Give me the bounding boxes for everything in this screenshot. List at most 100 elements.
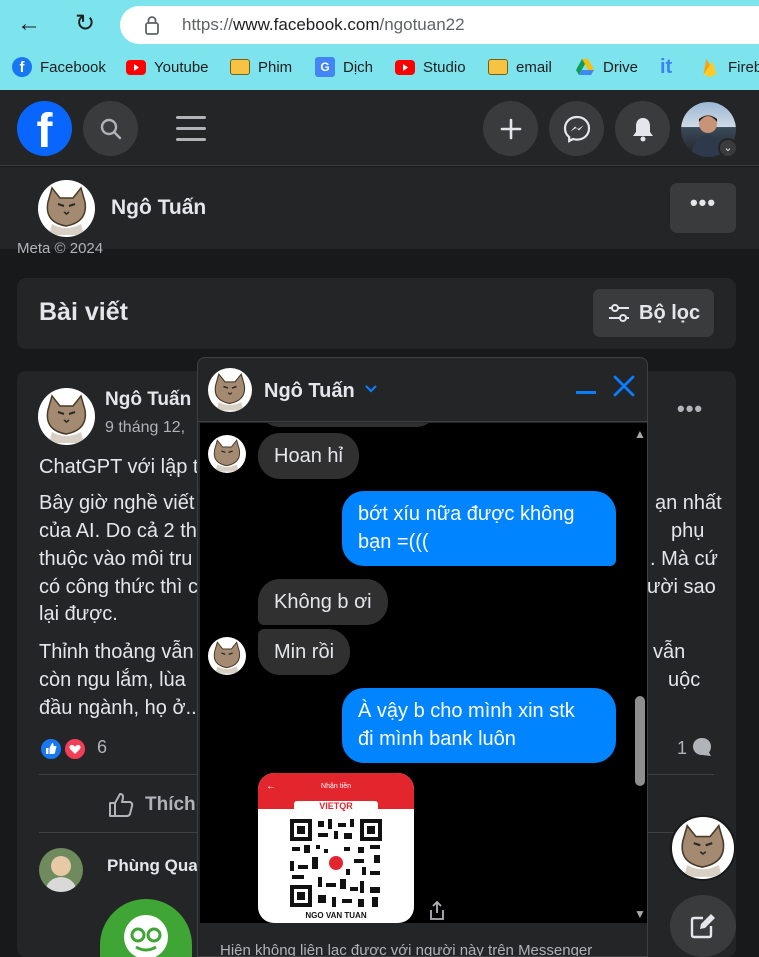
facebook-logo[interactable]: f bbox=[17, 101, 72, 156]
meta-copyright: Meta © 2024 bbox=[17, 240, 104, 257]
bookmark-label: Fireb bbox=[728, 58, 759, 76]
post-date[interactable]: 9 tháng 12, bbox=[105, 419, 185, 437]
scroll-up-arrow-icon[interactable]: ▲ bbox=[634, 427, 646, 441]
post-text-fragment: vẫn bbox=[653, 641, 686, 663]
share-icon[interactable] bbox=[428, 901, 446, 921]
chevron-down-icon[interactable] bbox=[364, 378, 378, 399]
bookmark-label: Facebook bbox=[40, 58, 106, 76]
scrollbar-thumb[interactable] bbox=[635, 696, 645, 786]
profile-avatar[interactable] bbox=[38, 180, 95, 237]
bookmark-it[interactable]: it bbox=[660, 56, 672, 78]
minimize-icon[interactable] bbox=[576, 391, 596, 394]
message-bubble-incoming: Min rồi bbox=[258, 629, 351, 675]
filter-label: Bộ lọc bbox=[639, 301, 701, 324]
post-text-line: ChatGPT với lập t bbox=[39, 456, 199, 478]
new-message-button[interactable] bbox=[670, 895, 736, 957]
post-text-line: còn ngu lắm, lùa bbox=[39, 669, 186, 691]
message-line: bớt xíu nữa được không bbox=[358, 503, 575, 525]
bookmarks-bar: f Facebook Youtube Phim G Dịch Studio em… bbox=[0, 50, 759, 84]
search-button[interactable] bbox=[83, 101, 138, 156]
chat-contact-name[interactable]: Ngô Tuấn bbox=[264, 380, 355, 403]
bookmark-email[interactable]: email bbox=[488, 56, 552, 78]
bookmark-label: email bbox=[516, 58, 552, 76]
post-text-line: có công thức thì c bbox=[39, 576, 199, 598]
qr-account-name: NGO VAN TUAN bbox=[305, 911, 367, 920]
bell-icon bbox=[632, 117, 653, 141]
message-avatar bbox=[208, 435, 246, 473]
post-text-line: đầu ngành, họ ở... bbox=[39, 697, 203, 719]
close-icon[interactable] bbox=[612, 374, 638, 404]
translate-icon: G bbox=[315, 57, 335, 77]
back-arrow-icon[interactable]: ← bbox=[14, 9, 44, 39]
message-bubble-outgoing: À vậy b cho mình xin stk đi mình bank lu… bbox=[342, 688, 616, 763]
bookmark-studio[interactable]: Studio bbox=[395, 56, 466, 78]
youtube-icon bbox=[126, 59, 146, 75]
youtube-icon bbox=[395, 59, 415, 75]
qr-header-title: Nhận tiền bbox=[321, 783, 351, 790]
bookmark-youtube[interactable]: Youtube bbox=[126, 56, 209, 78]
bookmark-drive[interactable]: Drive bbox=[575, 56, 638, 78]
qr-code-image[interactable]: Nhận tiền ← VIETQR NGO VAN TUAN bbox=[258, 773, 414, 923]
comment-count[interactable]: 1 bbox=[677, 737, 712, 759]
facebook-header: f ⌄ bbox=[0, 90, 759, 166]
message-bubble-outgoing: bớt xíu nữa được không bạn =((( bbox=[342, 491, 616, 566]
chat-avatar[interactable] bbox=[208, 368, 252, 412]
menu-icon[interactable] bbox=[176, 116, 206, 142]
bookmark-dich[interactable]: G Dịch bbox=[315, 56, 373, 78]
like-button[interactable]: Thích bbox=[107, 791, 196, 819]
bookmark-label: Youtube bbox=[154, 58, 209, 76]
posts-title: Bài viết bbox=[39, 298, 128, 326]
post-text-line: Bây giờ nghề viết bbox=[39, 492, 195, 514]
reaction-count[interactable]: 6 bbox=[97, 737, 107, 758]
previous-message-bubble bbox=[258, 423, 438, 427]
folder-icon bbox=[488, 59, 508, 75]
post-text-fragment: ạn nhất bbox=[655, 492, 722, 514]
commenter-avatar[interactable] bbox=[39, 848, 83, 892]
bookmark-firebase[interactable]: Fireb bbox=[700, 56, 759, 78]
profile-more-button[interactable]: ••• bbox=[670, 183, 736, 233]
bookmark-label: Dịch bbox=[343, 58, 374, 76]
bookmark-phim[interactable]: Phim bbox=[230, 56, 292, 78]
address-bar[interactable]: https://www.facebook.com/ngotuan22 bbox=[120, 6, 759, 44]
post-text-line: lại được. bbox=[39, 603, 118, 625]
filter-button[interactable]: Bộ lọc bbox=[593, 289, 714, 337]
post-text-line: của AI. Do cả 2 th bbox=[39, 520, 197, 542]
scroll-down-arrow-icon[interactable]: ▼ bbox=[634, 907, 646, 921]
reload-icon[interactable]: ↻ bbox=[70, 9, 100, 39]
post-author-avatar[interactable] bbox=[38, 388, 95, 445]
drive-icon bbox=[576, 59, 594, 75]
scrollbar-track[interactable] bbox=[632, 423, 647, 923]
search-icon bbox=[100, 118, 121, 139]
post-text-fragment: phụ bbox=[671, 520, 705, 542]
profile-name[interactable]: Ngô Tuấn bbox=[111, 196, 206, 220]
it-icon: it bbox=[660, 55, 673, 78]
post-author[interactable]: Ngô Tuấn bbox=[105, 389, 191, 411]
profile-sticky-bar: Ngô Tuấn ••• bbox=[0, 167, 759, 249]
reaction-icons[interactable] bbox=[39, 737, 91, 761]
bookmark-facebook[interactable]: f Facebook bbox=[12, 56, 106, 78]
message-bubble-incoming: Không b ơi bbox=[258, 579, 388, 625]
firebase-icon bbox=[703, 58, 717, 77]
messenger-icon bbox=[563, 115, 590, 143]
messenger-button[interactable] bbox=[549, 101, 604, 156]
posts-header-card: Bài viết Bộ lọc bbox=[17, 278, 736, 349]
create-button[interactable] bbox=[483, 101, 538, 156]
chat-header[interactable]: Ngô Tuấn bbox=[198, 358, 647, 422]
post-more-button[interactable]: ••• bbox=[677, 396, 703, 422]
folder-icon bbox=[230, 59, 250, 75]
post-text-fragment: ười sao bbox=[647, 576, 716, 598]
message-avatar bbox=[208, 637, 246, 675]
bookmark-label: Studio bbox=[423, 58, 466, 76]
commenter-name[interactable]: Phùng Qua bbox=[107, 856, 198, 876]
chevron-down-icon[interactable]: ⌄ bbox=[718, 138, 738, 158]
message-line: À vậy b cho mình xin stk bbox=[358, 700, 575, 722]
compose-icon bbox=[690, 914, 715, 939]
chat-head-avatar[interactable] bbox=[670, 815, 736, 881]
chat-messages[interactable]: Hoan hỉ bớt xíu nữa được không bạn =((( … bbox=[200, 423, 647, 923]
like-label: Thích bbox=[145, 794, 196, 815]
bookmark-label: Phim bbox=[258, 58, 293, 76]
post-text-line: Thỉnh thoảng vẫn bbox=[39, 641, 194, 663]
comment-bubble-icon bbox=[693, 738, 712, 756]
notifications-button[interactable] bbox=[615, 101, 670, 156]
vietqr-logo: VIETQR bbox=[294, 801, 378, 815]
